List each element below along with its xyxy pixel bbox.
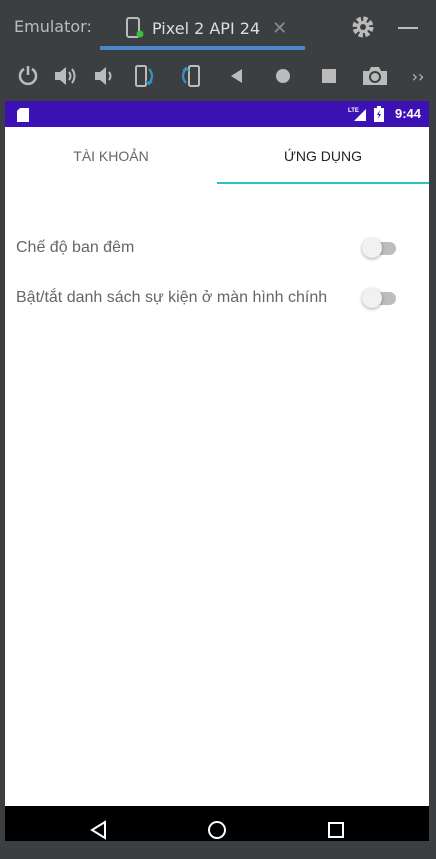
switch-thumb <box>362 288 382 308</box>
event-list-label: Bật/tắt danh sách sự kiện ở màn hình chí… <box>16 289 328 306</box>
camera-icon[interactable] <box>361 62 389 90</box>
sd-card-icon <box>17 107 29 126</box>
volume-down-icon[interactable] <box>90 62 118 90</box>
tab-account[interactable]: TÀI KHOẢN <box>5 127 217 185</box>
status-time: 9:44 <box>394 106 421 121</box>
device-tab[interactable]: Pixel 2 API 24 ✕ <box>100 6 305 50</box>
emulator-titlebar: Emulator: Pixel 2 API 24 ✕ <box>0 0 436 52</box>
lte-signal-icon: LTE <box>348 106 368 126</box>
emulator-bottom-strip <box>0 841 436 859</box>
status-bar: LTE 9:44 <box>5 101 429 127</box>
night-mode-label: Chế độ ban đêm <box>16 239 135 256</box>
emulator-label: Emulator: <box>14 17 92 36</box>
recents-square-icon[interactable] <box>322 816 350 844</box>
more-icon[interactable]: ›› <box>404 62 432 90</box>
back-icon[interactable] <box>223 62 251 90</box>
rotate-left-icon[interactable] <box>131 62 159 90</box>
switch-thumb <box>362 238 382 258</box>
close-icon[interactable]: ✕ <box>272 18 287 39</box>
overview-icon[interactable] <box>315 62 343 90</box>
phone-screen: LTE 9:44 TÀI KHOẢN ỨNG DỤNG Chế độ ban đ… <box>5 101 429 854</box>
svg-text:LTE: LTE <box>348 108 359 114</box>
minimize-icon[interactable] <box>398 27 418 29</box>
power-icon[interactable] <box>14 62 42 90</box>
emulator-toolbar: ›› <box>0 52 436 100</box>
tab-application[interactable]: ỨNG DỤNG <box>217 127 429 185</box>
back-triangle-icon[interactable] <box>85 816 113 844</box>
gear-icon[interactable] <box>350 14 376 40</box>
rotate-right-icon[interactable] <box>176 62 204 90</box>
tab-indicator <box>217 182 429 184</box>
setting-row-event-list: Bật/tắt danh sách sự kiện ở màn hình chí… <box>5 278 429 318</box>
tab-bar: TÀI KHOẢN ỨNG DỤNG <box>5 127 429 185</box>
home-circle-icon[interactable] <box>203 816 231 844</box>
battery-icon <box>374 106 384 126</box>
setting-row-night-mode: Chế độ ban đêm <box>5 228 429 268</box>
device-icon <box>126 17 144 43</box>
night-mode-switch[interactable] <box>362 238 398 258</box>
device-tab-label: Pixel 2 API 24 <box>152 18 261 38</box>
event-list-switch[interactable] <box>362 288 398 308</box>
home-icon[interactable] <box>269 62 297 90</box>
device-tab-underline <box>100 46 305 50</box>
volume-up-icon[interactable] <box>52 62 80 90</box>
